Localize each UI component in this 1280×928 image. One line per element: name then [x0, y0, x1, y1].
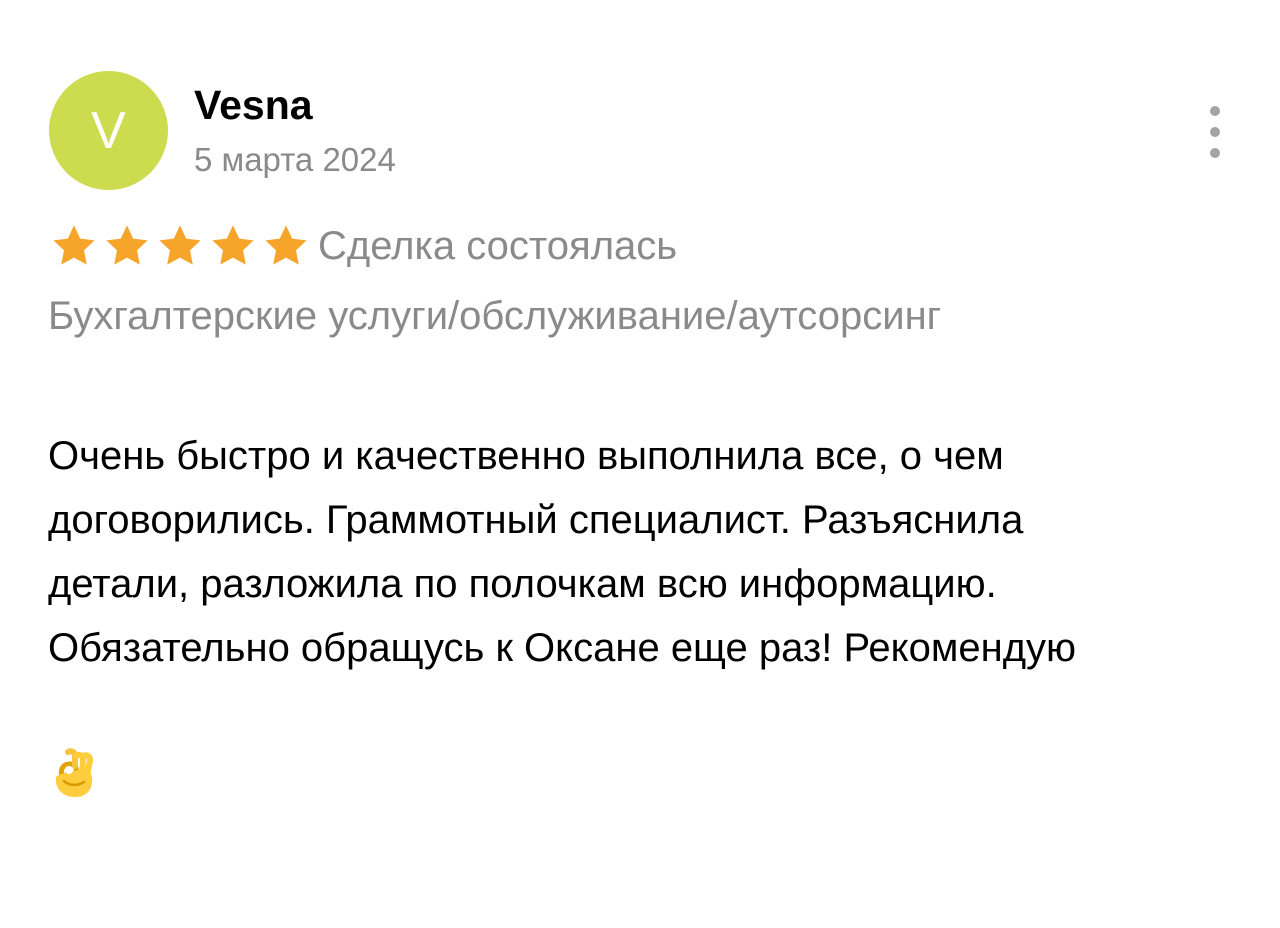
- ok-hand-icon: [48, 746, 1263, 800]
- star-icon: [209, 223, 257, 269]
- rating-stars: [50, 224, 310, 268]
- review-date: 5 марта 2024: [194, 141, 396, 178]
- review-card: V Vesna 5 марта 2024 Сделка состоялась Б…: [0, 0, 1280, 797]
- more-vertical-icon-dot: [1210, 148, 1220, 158]
- star-icon: [103, 223, 151, 269]
- star-icon: [262, 223, 310, 269]
- star-icon: [50, 223, 98, 269]
- service-category: Бухгалтерские услуги/обслуживание/аутсор…: [48, 294, 942, 338]
- author-name[interactable]: Vesna: [194, 80, 313, 130]
- more-options-button[interactable]: [1200, 106, 1230, 158]
- avatar-letter: V: [91, 101, 126, 160]
- deal-status: Сделка состоялась: [318, 224, 678, 268]
- more-vertical-icon-dot: [1210, 127, 1220, 137]
- review-text: Очень быстро и качественно выполнила все…: [48, 434, 1077, 670]
- avatar[interactable]: V: [49, 71, 168, 190]
- review-body: Очень быстро и качественно выполнила все…: [48, 360, 1263, 928]
- star-icon: [156, 223, 204, 269]
- more-vertical-icon-dot: [1210, 106, 1220, 116]
